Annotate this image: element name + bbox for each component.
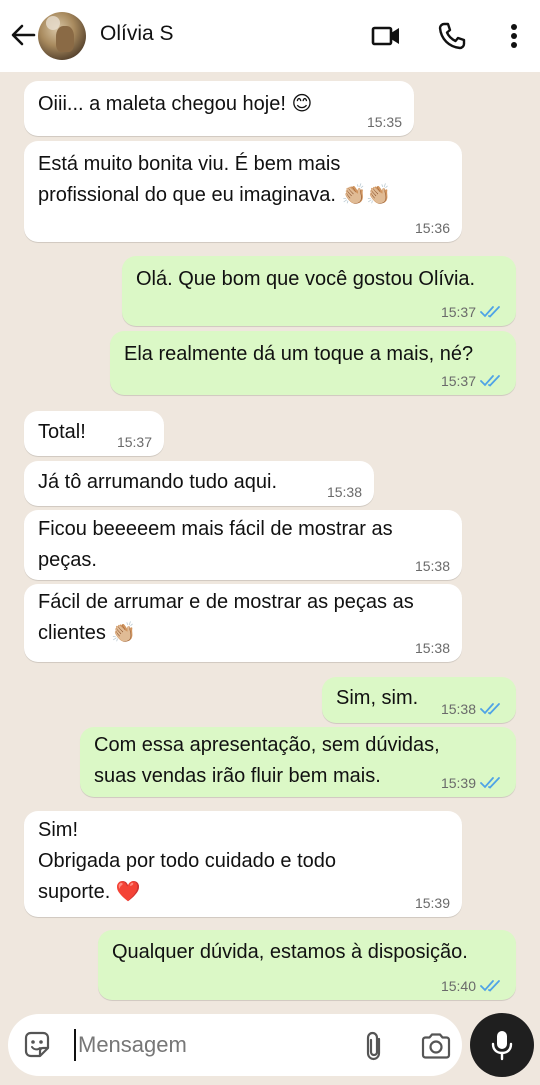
read-receipt-icon	[480, 375, 500, 387]
message-bubble-outgoing[interactable]: Com essa apresentação, sem dúvidas, suas…	[80, 727, 516, 797]
video-call-icon[interactable]	[370, 20, 402, 52]
message-text: Qualquer dúvida, estamos à disposição.	[112, 941, 468, 963]
message-text: Sim! Obrigada por todo cuidado e todo su…	[38, 819, 336, 903]
camera-icon[interactable]	[420, 1031, 452, 1061]
back-arrow-icon[interactable]	[8, 20, 38, 50]
message-time: 15:39	[440, 775, 476, 791]
message-time: 15:38	[414, 640, 450, 656]
message-text: Total!	[38, 421, 86, 443]
message-time: 15:38	[414, 558, 450, 574]
contact-name[interactable]: Olívia S	[100, 22, 174, 46]
message-time: 15:37	[440, 304, 476, 320]
message-input[interactable]	[78, 1028, 338, 1062]
phone-icon[interactable]	[436, 20, 468, 52]
sticker-icon[interactable]	[22, 1030, 52, 1060]
message-text: Sim, sim.	[336, 687, 419, 709]
text-cursor	[74, 1029, 76, 1061]
message-text: Ela realmente dá um toque a mais, né?	[124, 343, 474, 365]
chat-header: Olívia S	[0, 0, 540, 72]
message-bubble-outgoing[interactable]: Olá. Que bom que você gostou Olívia. 15:…	[122, 256, 516, 326]
message-text: Fácil de arrumar e de mostrar as peças a…	[38, 591, 414, 644]
message-bubble-outgoing[interactable]: Qualquer dúvida, estamos à disposição. 1…	[98, 930, 516, 1000]
mic-button[interactable]	[470, 1013, 534, 1077]
message-time: 15:37	[440, 373, 476, 389]
read-receipt-icon	[480, 306, 500, 318]
message-time: 15:37	[116, 434, 152, 450]
message-time: 15:38	[440, 701, 476, 717]
message-text: Olá. Que bom que você gostou Olívia.	[136, 268, 476, 290]
message-bubble-incoming[interactable]: Sim! Obrigada por todo cuidado e todo su…	[24, 811, 462, 917]
message-text: Ficou beeeeem mais fácil de mostrar as p…	[38, 518, 393, 571]
more-options-icon[interactable]	[498, 20, 530, 52]
read-receipt-icon	[480, 703, 500, 715]
message-bubble-incoming[interactable]: Ficou beeeeem mais fácil de mostrar as p…	[24, 510, 462, 580]
message-time: 15:38	[326, 484, 362, 500]
message-time: 15:36	[414, 220, 450, 236]
message-bubble-incoming[interactable]: Total! 15:37	[24, 411, 164, 456]
message-bubble-incoming[interactable]: Está muito bonita viu. É bem mais profis…	[24, 141, 462, 242]
read-receipt-icon	[480, 980, 500, 992]
message-bubble-incoming[interactable]: Fácil de arrumar e de mostrar as peças a…	[24, 584, 462, 662]
message-time: 15:39	[414, 895, 450, 911]
message-time: 15:35	[366, 114, 402, 130]
message-text: Já tô arrumando tudo aqui.	[38, 471, 278, 493]
message-bubble-outgoing[interactable]: Ela realmente dá um toque a mais, né? 15…	[110, 331, 516, 395]
message-time: 15:40	[440, 978, 476, 994]
message-composer	[8, 1014, 462, 1076]
message-list: Oiii... a maleta chegou hoje! 😊 15:35 Es…	[0, 72, 540, 1012]
message-text: Está muito bonita viu. É bem mais profis…	[38, 153, 392, 206]
avatar[interactable]	[38, 12, 86, 60]
message-text: Com essa apresentação, sem dúvidas, suas…	[94, 734, 440, 787]
message-bubble-outgoing[interactable]: Sim, sim. 15:38	[322, 677, 516, 723]
message-bubble-incoming[interactable]: Já tô arrumando tudo aqui. 15:38	[24, 461, 374, 506]
read-receipt-icon	[480, 777, 500, 789]
message-bubble-incoming[interactable]: Oiii... a maleta chegou hoje! 😊 15:35	[24, 81, 414, 136]
mic-icon	[491, 1031, 513, 1061]
attach-icon[interactable]	[360, 1030, 388, 1062]
message-text: Oiii... a maleta chegou hoje! 😊	[38, 93, 313, 115]
